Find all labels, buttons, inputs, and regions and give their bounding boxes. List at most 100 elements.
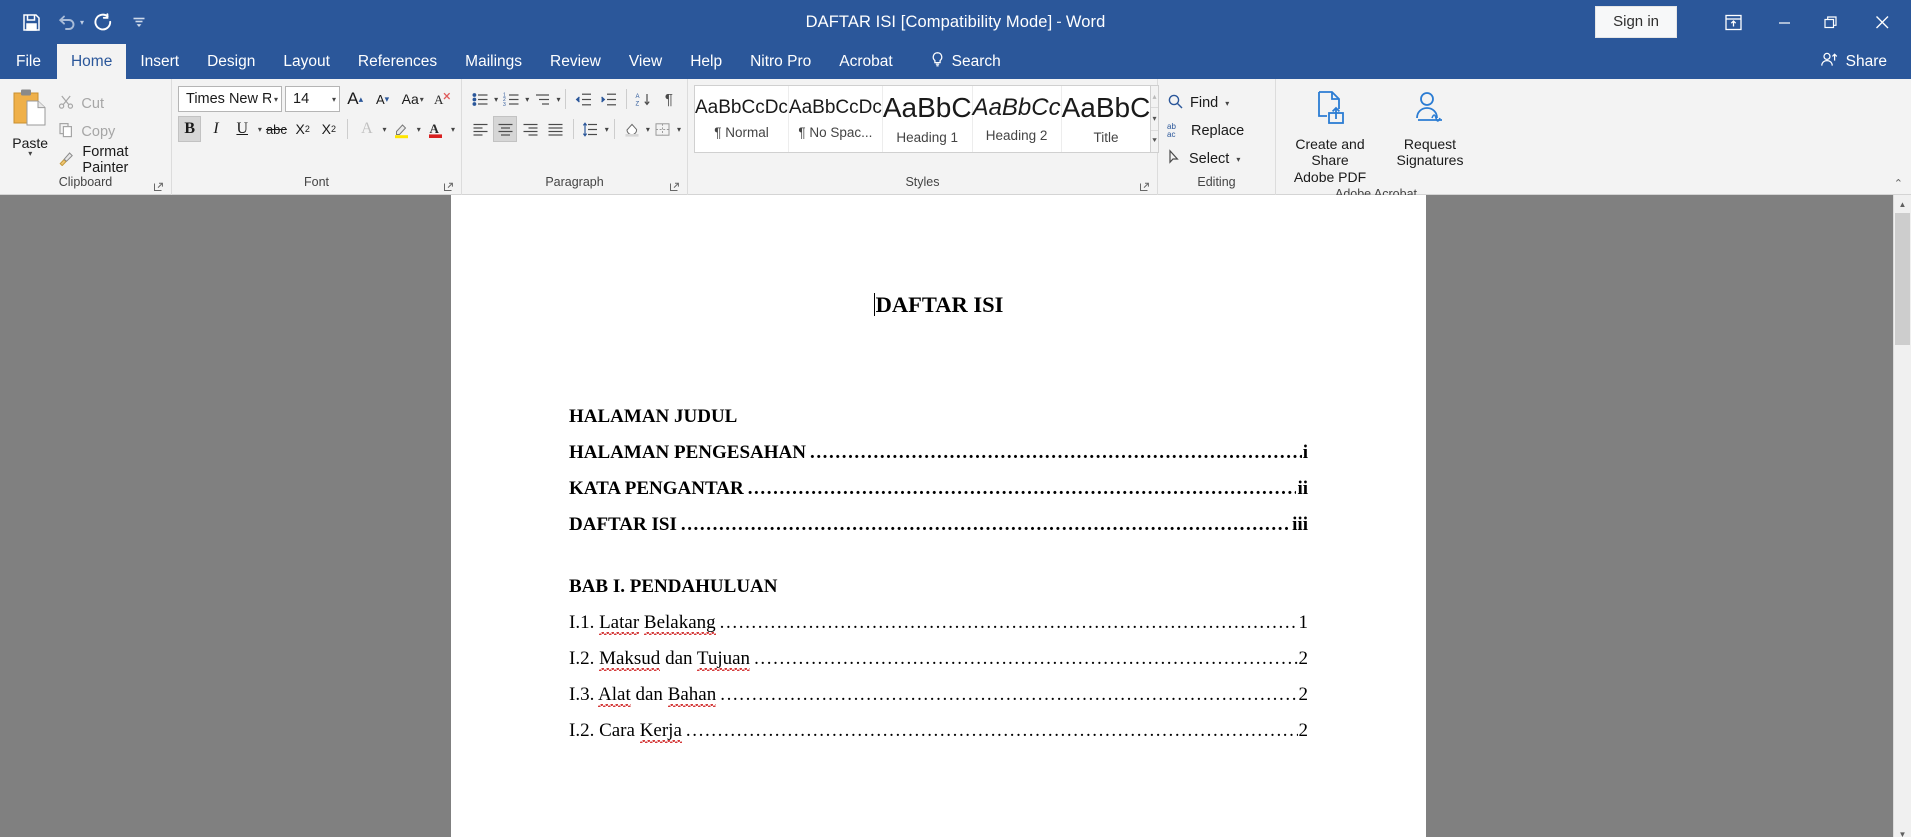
font-size-caret-icon[interactable]: ▾ xyxy=(329,95,336,104)
style-title[interactable]: AaBbC Title xyxy=(1062,86,1151,152)
align-left-icon[interactable] xyxy=(468,116,492,142)
tab-file[interactable]: File xyxy=(0,44,57,79)
text-highlight-color-icon[interactable] xyxy=(390,116,413,142)
toc-entry[interactable]: I.2. Maksud dan Tujuan .................… xyxy=(569,648,1308,670)
paragraph-dialog-launcher[interactable] xyxy=(668,180,680,192)
customize-qat-icon[interactable] xyxy=(122,6,156,38)
format-painter-button[interactable]: Format Painter xyxy=(54,144,165,176)
toc-entry[interactable]: HALAMAN PENGESAHAN .....................… xyxy=(569,442,1308,464)
multilevel-list-icon[interactable] xyxy=(530,86,554,112)
font-name-combo[interactable]: Times New R ▾ xyxy=(178,86,282,112)
scrollbar-thumb[interactable] xyxy=(1895,213,1910,345)
tab-mailings[interactable]: Mailings xyxy=(451,44,536,79)
strikethrough-button[interactable]: abc xyxy=(265,116,288,142)
tab-help[interactable]: Help xyxy=(676,44,736,79)
toc-entry[interactable]: I.1. Latar Belakang ....................… xyxy=(569,612,1308,634)
toc-entry[interactable]: HALAMAN JUDUL xyxy=(569,406,1308,428)
request-signatures-button[interactable]: Request Signatures xyxy=(1382,88,1478,185)
tab-insert[interactable]: Insert xyxy=(126,44,193,79)
select-button[interactable]: Select ▾ xyxy=(1164,146,1247,172)
sign-in-button[interactable]: Sign in xyxy=(1595,6,1677,38)
style-normal[interactable]: AaBbCcDc ¶ Normal xyxy=(695,86,789,152)
toc-entry[interactable]: BAB I. PENDAHULUAN xyxy=(569,576,1308,598)
save-icon[interactable] xyxy=(14,6,48,38)
close-icon[interactable] xyxy=(1853,0,1911,44)
style-no-spacing[interactable]: AaBbCcDc ¶ No Spac... xyxy=(789,86,883,152)
increase-indent-icon[interactable] xyxy=(597,86,621,112)
subscript-button[interactable]: X2 xyxy=(291,116,314,142)
copy-button[interactable]: Copy xyxy=(54,119,165,144)
tab-layout[interactable]: Layout xyxy=(269,44,344,79)
toc-entry[interactable]: I.2. Cara Kerja ........................… xyxy=(569,720,1308,742)
scroll-down-icon[interactable]: ▼ xyxy=(1894,825,1911,837)
ribbon-display-options-icon[interactable] xyxy=(1705,0,1761,44)
redo-icon[interactable] xyxy=(86,6,120,38)
justify-icon[interactable] xyxy=(543,116,567,142)
find-caret-icon[interactable]: ▾ xyxy=(1225,99,1229,108)
paste-icon xyxy=(10,87,50,134)
line-spacing-icon[interactable] xyxy=(579,116,603,142)
undo-icon[interactable] xyxy=(50,6,84,38)
dot-leader: ........................................… xyxy=(747,478,1297,499)
tab-view[interactable]: View xyxy=(615,44,676,79)
numbering-icon[interactable]: 1 2 3 xyxy=(499,86,523,112)
text-effects-icon[interactable]: A xyxy=(355,116,378,142)
bold-button[interactable]: B xyxy=(178,116,202,142)
toc-entry[interactable]: I.3. Alat dan Bahan ....................… xyxy=(569,684,1308,706)
tell-me-search-box[interactable]: Search xyxy=(917,44,1013,79)
increase-font-size-icon[interactable]: A ▴ xyxy=(343,86,367,112)
styles-scroll-down-icon[interactable]: ▾ xyxy=(1151,108,1158,131)
style-heading-1[interactable]: AaBbC Heading 1 xyxy=(883,86,973,152)
collapse-ribbon-icon[interactable]: ⌃ xyxy=(1894,177,1903,190)
decrease-font-size-icon[interactable]: A ▾ xyxy=(370,86,394,112)
clipboard-dialog-launcher[interactable] xyxy=(152,180,164,192)
paste-button[interactable]: Paste ▾ xyxy=(6,84,54,173)
find-button[interactable]: Find ▾ xyxy=(1164,90,1247,116)
tab-nitro-pro[interactable]: Nitro Pro xyxy=(736,44,825,79)
document-page[interactable]: DAFTAR ISI HALAMAN JUDUL HALAMAN PENGESA… xyxy=(451,195,1426,837)
request-signature-icon xyxy=(1410,88,1450,132)
clear-formatting-icon[interactable]: A xyxy=(431,86,455,112)
vertical-scrollbar[interactable]: ▲ ▼ xyxy=(1893,195,1911,837)
show-formatting-marks-icon[interactable]: ¶ xyxy=(657,86,681,112)
tab-acrobat[interactable]: Acrobat xyxy=(825,44,906,79)
tab-references[interactable]: References xyxy=(344,44,451,79)
shading-icon[interactable] xyxy=(620,116,644,142)
tab-home[interactable]: Home xyxy=(56,44,127,79)
decrease-indent-icon[interactable] xyxy=(571,86,595,112)
italic-button[interactable]: I xyxy=(204,116,227,142)
underline-button[interactable]: U xyxy=(231,116,254,142)
style-heading-2[interactable]: AaBbCc Heading 2 xyxy=(973,86,1062,152)
select-caret-icon[interactable]: ▾ xyxy=(1236,155,1240,164)
align-center-icon[interactable] xyxy=(493,116,518,142)
scroll-up-icon[interactable]: ▲ xyxy=(1894,195,1911,213)
styles-more-icon[interactable]: ⯆ xyxy=(1151,131,1157,152)
replace-button[interactable]: ab ac Replace xyxy=(1164,118,1247,144)
sort-icon[interactable]: A Z xyxy=(632,86,656,112)
font-name-caret-icon[interactable]: ▾ xyxy=(271,95,278,104)
toc-entry[interactable]: KATA PENGANTAR .........................… xyxy=(569,478,1308,500)
tab-review[interactable]: Review xyxy=(536,44,615,79)
align-right-icon[interactable] xyxy=(518,116,542,142)
minimize-icon[interactable] xyxy=(1761,0,1807,44)
undo-dropdown-caret-icon[interactable]: ▾ xyxy=(80,18,84,27)
tab-design[interactable]: Design xyxy=(193,44,269,79)
change-case-icon[interactable]: Aa ▾ xyxy=(398,86,428,112)
styles-scroll-up-icon[interactable]: ▴ xyxy=(1151,86,1158,109)
bullets-icon[interactable] xyxy=(468,86,492,112)
italic-label: I xyxy=(213,120,219,137)
borders-icon[interactable] xyxy=(651,116,675,142)
paste-dropdown-caret-icon[interactable]: ▾ xyxy=(28,150,32,158)
superscript-button[interactable]: X2 xyxy=(317,116,340,142)
create-and-share-adobe-pdf-button[interactable]: Create and Share Adobe PDF xyxy=(1282,88,1378,185)
share-button[interactable]: Share xyxy=(1808,44,1911,79)
underline-caret-icon[interactable]: ▾ xyxy=(258,125,262,134)
font-dialog-launcher[interactable] xyxy=(442,180,454,192)
font-color-icon[interactable]: A xyxy=(424,116,447,142)
font-size-combo[interactable]: 14 ▾ xyxy=(285,86,341,112)
style-label: ¶ Normal xyxy=(714,124,769,140)
cut-button[interactable]: Cut xyxy=(54,91,165,116)
toc-entry[interactable]: DAFTAR ISI .............................… xyxy=(569,514,1308,536)
styles-dialog-launcher[interactable] xyxy=(1138,180,1150,192)
restore-icon[interactable] xyxy=(1807,0,1853,44)
